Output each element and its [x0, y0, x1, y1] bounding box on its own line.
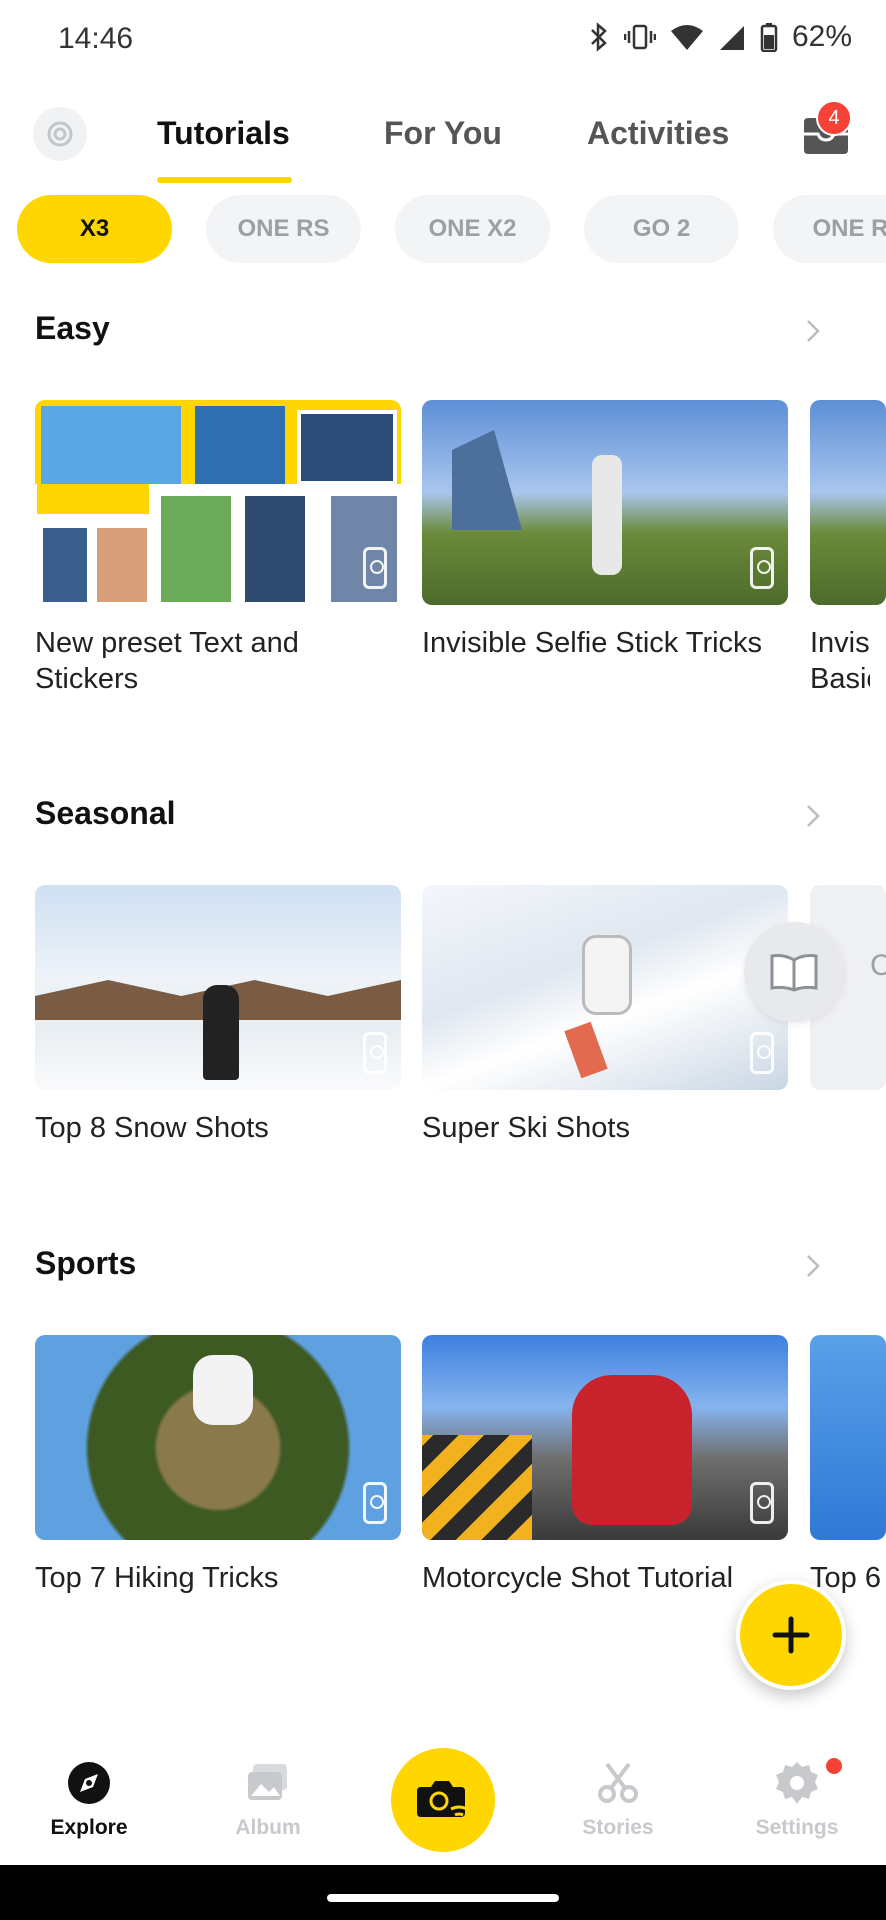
album-icon	[248, 1764, 287, 1800]
chip-go-2[interactable]: GO 2	[584, 195, 739, 263]
camera-model-icon	[750, 1032, 774, 1074]
section-title: Sports	[35, 1245, 137, 1281]
chip-one-rs[interactable]: ONE RS	[206, 195, 361, 263]
nav-explore[interactable]: Explore	[29, 1760, 149, 1840]
chevron-right-icon[interactable]	[798, 1251, 828, 1281]
tab-tutorials[interactable]: Tutorials	[157, 115, 290, 152]
section-title: Easy	[35, 310, 110, 346]
card-peek-text: C Mo	[870, 949, 886, 982]
settings-notification-dot	[826, 1758, 842, 1774]
profile-button[interactable]	[33, 107, 87, 161]
camera-model-icon	[363, 1032, 387, 1074]
tutorial-card[interactable]: Top 7 Hiking Tricks	[35, 1335, 401, 1596]
chevron-right-icon[interactable]	[798, 316, 828, 346]
add-button[interactable]	[736, 1580, 846, 1690]
camera-connect-button[interactable]	[391, 1748, 495, 1852]
bottom-nav: Explore Album Stories Settings	[0, 1730, 886, 1865]
camera-model-icon	[363, 1482, 387, 1524]
card-thumbnail	[810, 400, 886, 605]
chip-one-x2[interactable]: ONE X2	[395, 195, 550, 263]
scissors-icon	[598, 1762, 638, 1803]
tutorial-card[interactable]: Invisible Selfie Stick Tricks	[422, 400, 788, 661]
card-title: Invisib Basic	[810, 627, 870, 695]
chip-x3[interactable]: X3	[17, 195, 172, 263]
nav-stories[interactable]: Stories	[558, 1760, 678, 1840]
tab-for-you[interactable]: For You	[384, 115, 502, 152]
status-icons: 62%	[588, 20, 852, 54]
nav-label: Stories	[582, 1816, 654, 1839]
card-thumbnail	[35, 1335, 401, 1540]
nav-label: Settings	[755, 1816, 839, 1839]
nav-label: Album	[235, 1816, 301, 1839]
nav-album[interactable]: Album	[208, 1760, 328, 1840]
camera-model-icon	[363, 547, 387, 589]
camera-wifi-icon	[417, 1781, 468, 1817]
tutorial-card[interactable]: Super Ski Shots	[422, 885, 788, 1146]
card-thumbnail	[422, 1335, 788, 1540]
status-bar: 14:46 62%	[0, 0, 886, 80]
camera-model-chips: X3 ONE RS ONE X2 GO 2 ONE R	[17, 195, 886, 263]
status-time: 14:46	[58, 22, 134, 55]
home-indicator[interactable]	[327, 1894, 559, 1902]
tutorial-card[interactable]: Top 6	[810, 1335, 886, 1596]
book-icon	[770, 954, 818, 992]
camera-model-icon	[750, 547, 774, 589]
vibrate-icon	[623, 24, 656, 50]
card-title: Top 7 Hiking Tricks	[35, 1562, 279, 1594]
card-title: Super Ski Shots	[422, 1112, 630, 1144]
section-title: Seasonal	[35, 795, 176, 831]
tab-activities[interactable]: Activities	[587, 115, 729, 152]
wifi-icon	[670, 25, 703, 50]
card-thumbnail	[422, 885, 788, 1090]
battery-percentage: 62%	[791, 20, 852, 53]
card-thumbnail	[810, 1335, 886, 1540]
card-thumbnail	[35, 400, 401, 605]
card-title: Invisible Selfie Stick Tricks	[422, 627, 763, 659]
card-thumbnail	[422, 400, 788, 605]
card-title: New preset Text and Stickers	[35, 627, 299, 695]
compass-icon	[68, 1762, 110, 1804]
active-tab-indicator	[157, 177, 292, 183]
battery-icon	[760, 23, 778, 52]
system-navigation-bar	[0, 1865, 886, 1920]
chevron-right-icon[interactable]	[798, 801, 828, 831]
gear-icon	[776, 1762, 818, 1804]
camera-lens-icon	[47, 121, 73, 147]
signal-icon	[719, 26, 744, 50]
bluetooth-icon	[591, 22, 607, 52]
tutorial-book-button[interactable]	[744, 922, 844, 1022]
inbox-badge: 4	[816, 100, 852, 136]
tutorial-card[interactable]: Top 8 Snow Shots	[35, 885, 401, 1146]
card-title: Top 8 Snow Shots	[35, 1112, 269, 1144]
top-nav: Tutorials For You Activities	[0, 95, 886, 185]
chip-one-r[interactable]: ONE R	[773, 195, 886, 263]
tutorial-card[interactable]: New preset Text and Stickers	[35, 400, 401, 697]
tutorial-card[interactable]: Motorcycle Shot Tutorial	[422, 1335, 788, 1596]
card-thumbnail	[35, 885, 401, 1090]
tutorial-card[interactable]: Invisib Basic	[810, 400, 886, 697]
plus-icon	[772, 1616, 810, 1654]
nav-label: Explore	[50, 1816, 128, 1839]
card-title: Motorcycle Shot Tutorial	[422, 1562, 734, 1594]
camera-model-icon	[750, 1482, 774, 1524]
